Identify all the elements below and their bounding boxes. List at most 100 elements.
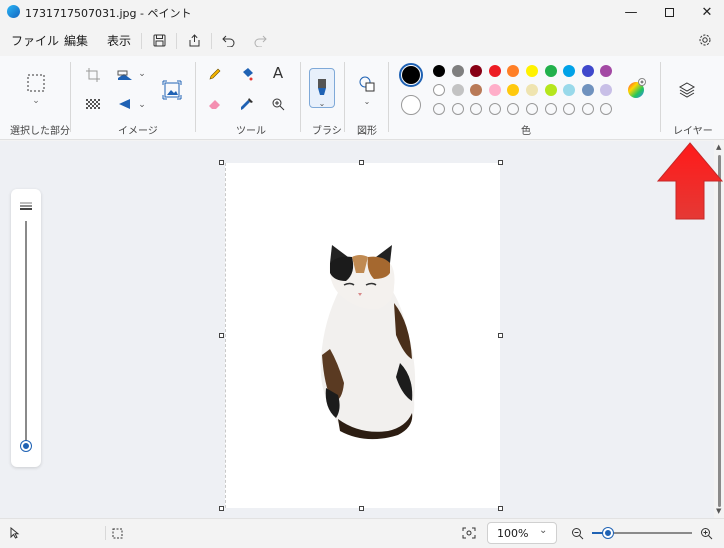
flip-button[interactable]	[116, 96, 134, 112]
color-swatch[interactable]	[526, 84, 538, 96]
edit-colors-button[interactable]	[626, 78, 648, 100]
layers-icon	[678, 82, 696, 98]
redo-icon	[254, 35, 267, 47]
flip-icon	[119, 99, 130, 109]
zoom-out-button[interactable]	[569, 525, 585, 541]
save-icon	[153, 34, 165, 46]
color-swatch[interactable]	[581, 84, 594, 96]
window-title: 1731717507031.jpg - ペイント	[25, 7, 192, 20]
resize-handle[interactable]	[219, 160, 224, 165]
maximize-button[interactable]	[652, 0, 686, 24]
color-swatch[interactable]	[433, 84, 445, 96]
shapes-icon	[359, 76, 375, 92]
zoom-in-button[interactable]	[698, 525, 714, 541]
title-bar: 1731717507031.jpg - ペイント — ✕	[0, 0, 724, 24]
resize-handle[interactable]	[498, 160, 503, 165]
shapes-button[interactable]	[356, 73, 378, 95]
selection-size-button[interactable]	[110, 526, 124, 540]
resize-handle[interactable]	[498, 506, 503, 511]
selection-size-icon	[112, 528, 122, 538]
color-swatch[interactable]	[451, 84, 464, 96]
share-button[interactable]	[184, 30, 204, 50]
fit-to-window-button[interactable]	[461, 526, 477, 540]
save-button[interactable]	[149, 30, 169, 50]
pointer-icon	[10, 527, 20, 539]
color-wheel-icon	[628, 78, 646, 98]
color-swatch[interactable]	[433, 65, 445, 77]
pointer-position-button[interactable]	[8, 525, 22, 541]
primary-color-button[interactable]	[399, 63, 423, 87]
empty-color-slot[interactable]	[488, 103, 501, 115]
remove-background-button[interactable]	[161, 79, 183, 101]
group-label-color: 色	[521, 126, 531, 137]
minimize-button[interactable]: —	[614, 0, 648, 24]
layers-button[interactable]	[676, 79, 698, 101]
flip-dropdown[interactable]: ⌄	[137, 99, 147, 111]
brush-dropdown[interactable]: ⌄	[317, 99, 327, 108]
ribbon-divider	[195, 62, 196, 132]
magnifier-icon	[272, 98, 285, 111]
color-swatch[interactable]	[451, 65, 464, 77]
color-swatch[interactable]	[544, 65, 557, 77]
selection-rectangle-icon	[27, 74, 45, 92]
empty-color-slot[interactable]	[544, 103, 557, 115]
menu-bar: ファイル 編集 表示	[0, 26, 724, 54]
zoom-level-select[interactable]: 100% ⌄	[487, 522, 557, 544]
select-tool-button[interactable]	[25, 72, 47, 94]
menu-edit[interactable]: 編集	[64, 32, 88, 49]
menu-file[interactable]: ファイル	[11, 32, 59, 49]
resize-dropdown[interactable]: ⌄	[137, 68, 147, 80]
close-button[interactable]: ✕	[690, 0, 724, 24]
canvas[interactable]	[225, 163, 500, 508]
eyedropper-icon	[241, 98, 253, 110]
brush-icon	[318, 79, 326, 95]
ribbon-divider	[344, 62, 345, 132]
color-swatch[interactable]	[526, 65, 538, 77]
pencil-tool-button[interactable]	[206, 65, 224, 83]
empty-color-slot[interactable]	[433, 103, 445, 115]
scroll-down-arrow[interactable]: ▼	[716, 507, 721, 515]
menu-divider	[141, 33, 142, 49]
empty-color-slot[interactable]	[451, 103, 464, 115]
redo-button[interactable]	[250, 30, 270, 50]
brush-size-slider-track[interactable]	[25, 221, 27, 445]
color-swatch[interactable]	[488, 65, 501, 77]
brush-size-slider-thumb[interactable]	[21, 441, 31, 451]
resize-handle[interactable]	[359, 506, 364, 511]
group-label-layers: レイヤー	[673, 126, 713, 137]
chevron-down-icon[interactable]: ⌄	[30, 96, 42, 106]
magnifier-tool-button[interactable]	[269, 95, 287, 113]
zoom-in-icon	[700, 527, 712, 539]
empty-color-slot[interactable]	[581, 103, 594, 115]
secondary-color-button[interactable]	[401, 95, 421, 115]
group-label-shapes: 図形	[357, 126, 377, 137]
shapes-dropdown[interactable]: ⌄	[362, 96, 372, 106]
crop-button[interactable]	[84, 66, 102, 84]
zoom-slider-thumb[interactable]	[603, 528, 613, 538]
checker-pattern-icon	[86, 99, 100, 109]
paint-app-icon	[7, 5, 20, 18]
color-swatch[interactable]	[581, 65, 594, 77]
menu-divider	[211, 33, 212, 49]
resize-button[interactable]	[116, 66, 134, 84]
color-swatch[interactable]	[488, 84, 501, 96]
minimize-icon: —	[624, 4, 638, 20]
resize-handle[interactable]	[219, 333, 224, 338]
paint-bucket-icon	[243, 68, 253, 81]
settings-button[interactable]	[695, 30, 715, 50]
eraser-tool-button[interactable]	[206, 95, 224, 113]
menu-view[interactable]: 表示	[107, 32, 131, 49]
resize-handle[interactable]	[219, 506, 224, 511]
resize-handle[interactable]	[359, 160, 364, 165]
empty-color-slot[interactable]	[526, 103, 538, 115]
menu-divider	[176, 33, 177, 49]
red-arrow-annotation	[657, 142, 724, 220]
pencil-icon	[209, 68, 221, 80]
resize-handle[interactable]	[498, 333, 503, 338]
fill-tool-button[interactable]	[238, 65, 256, 83]
text-tool-button[interactable]: A	[269, 64, 287, 82]
color-swatch[interactable]	[544, 84, 557, 96]
image-effects-button[interactable]	[84, 96, 102, 112]
color-picker-button[interactable]	[238, 95, 256, 113]
undo-button[interactable]	[219, 30, 239, 50]
